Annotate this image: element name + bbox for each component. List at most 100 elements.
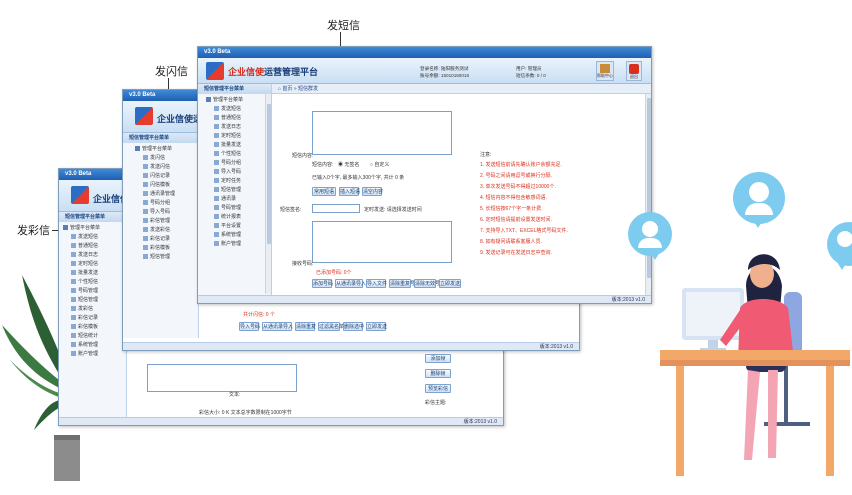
flash-tree-item[interactable]: 彩信模板 bbox=[135, 244, 198, 253]
flash-tree-item[interactable]: 发送彩信 bbox=[135, 226, 198, 235]
mms-tree-item[interactable]: 个性短信 bbox=[63, 278, 126, 287]
flash-tree-item[interactable]: 闪信模板 bbox=[135, 181, 198, 190]
sms-brand-name: 企业信使 bbox=[228, 67, 265, 77]
mms-tree-item[interactable]: 普通短信 bbox=[63, 242, 126, 251]
tree-node-icon bbox=[214, 115, 219, 121]
sms-sidebar-scrollbar[interactable] bbox=[265, 94, 271, 294]
flash-action-button[interactable]: 从通讯录导入 bbox=[262, 322, 293, 331]
sms-insert-phrase-button[interactable]: 插入短语 bbox=[339, 187, 360, 196]
flash-logo-icon bbox=[135, 107, 153, 125]
flash-tree-item[interactable]: 导入号码 bbox=[135, 208, 198, 217]
mms-tree-item[interactable]: 发送短信 bbox=[63, 233, 126, 242]
sms-tree-item[interactable]: 发送日志 bbox=[206, 123, 271, 132]
sms-user-info-3: 用户: 管理员 bbox=[516, 66, 542, 71]
sms-tree-item[interactable]: 通讯录 bbox=[206, 195, 271, 204]
sms-tree-item[interactable]: 定时任务 bbox=[206, 177, 271, 186]
sms-tree-item[interactable]: 发送短信 bbox=[206, 105, 271, 114]
sms-action-button[interactable]: 清除重复号 bbox=[389, 279, 415, 288]
sms-common-phrase-button[interactable]: 常用短语 bbox=[312, 187, 336, 196]
sms-tree-item[interactable]: 批量发送 bbox=[206, 141, 271, 150]
mms-tree-item[interactable]: 系统管理 bbox=[63, 341, 126, 350]
flash-action-button[interactable]: 立即发送 bbox=[366, 322, 387, 331]
sms-schedule-hint: 定时发送: 请选择发送时间 bbox=[364, 207, 422, 213]
sms-action-button[interactable]: 清除无效号 bbox=[414, 279, 440, 288]
sms-tree-item[interactable]: 短信管理 bbox=[206, 186, 271, 195]
sms-schedule-input[interactable] bbox=[312, 204, 360, 213]
sms-sig-no-radio[interactable]: ◉ 无签名 bbox=[338, 161, 359, 168]
mms-tree-item[interactable]: 管理平台菜单 bbox=[63, 224, 126, 233]
mms-tree-item[interactable]: 发送日志 bbox=[63, 251, 126, 260]
sms-tree-item[interactable]: 号码管理 bbox=[206, 204, 271, 213]
flash-action-button[interactable]: 导入号码 bbox=[239, 322, 260, 331]
mms-tree-item[interactable]: 批量发送 bbox=[63, 269, 126, 278]
mms-tree-item[interactable]: 彩信模板 bbox=[63, 323, 126, 332]
flash-tree-item[interactable]: 短信管理 bbox=[135, 253, 198, 262]
sms-tree: 管理平台菜单 发送短信 普通短信 发送日志 定时短信 批量发送 个性短信 号码分组 导入号码 定时… bbox=[198, 94, 271, 249]
user-avatar-icon bbox=[642, 221, 658, 237]
sms-action-button[interactable]: 从通讯录导入 bbox=[335, 279, 366, 288]
sms-tree-item[interactable]: 统计报表 bbox=[206, 213, 271, 222]
flash-sidebar: 短信管理平台菜单 管理平台菜单 发闪信 发送闪信 闪信记录 闪信模板 通讯录管理 号码分组导… bbox=[123, 133, 199, 338]
sms-content-textarea[interactable] bbox=[312, 111, 452, 155]
flash-action-button[interactable]: 删除选中 bbox=[343, 322, 364, 331]
sms-window: v3.0 Beta 企业信使运营管理平台 登录名称: 陆阳服务测试 账号余额: … bbox=[197, 46, 652, 304]
sms-count-text: 已输入0个字, 最多输入300个字, 共计 0 条 bbox=[312, 175, 405, 181]
mms-tree-label: 短信统计 bbox=[78, 333, 99, 339]
sms-tree-item[interactable]: 个性短信 bbox=[206, 150, 271, 159]
sms-tree-item[interactable]: 系统管理 bbox=[206, 231, 271, 240]
mms-tree-item[interactable]: 账户管理 bbox=[63, 350, 126, 359]
sms-brand: 企业信使运营管理平台 bbox=[228, 65, 318, 78]
user-avatar-shoulders-icon bbox=[745, 203, 773, 215]
flash-tree-item[interactable]: 通讯录管理 bbox=[135, 190, 198, 199]
flash-tree-item[interactable]: 管理平台菜单 bbox=[135, 145, 198, 154]
sms-tree-item[interactable]: 平台设置 bbox=[206, 222, 271, 231]
sms-action-button[interactable]: 导入文件 bbox=[366, 279, 387, 288]
mms-delete-frame-button[interactable]: 删除帧 bbox=[425, 369, 451, 378]
mms-size-text: 彩信大小: 0 K 文本总字数限制在1000字节 bbox=[199, 410, 292, 416]
flash-tree-label: 号码分组 bbox=[150, 200, 171, 206]
mms-tree-item[interactable]: 号码管理 bbox=[63, 287, 126, 296]
flash-tree-label: 彩信记录 bbox=[150, 236, 171, 242]
sms-tab-label[interactable]: 短信群发 bbox=[298, 86, 318, 92]
flash-action-button[interactable]: 清除重复 bbox=[295, 322, 316, 331]
sms-numbers-textarea[interactable] bbox=[312, 221, 452, 263]
sms-clear-content-button[interactable]: 清空内容 bbox=[362, 187, 383, 196]
sms-help-button[interactable]: 帮助中心 bbox=[596, 61, 614, 81]
sms-main-scrollbar[interactable] bbox=[645, 94, 651, 297]
mms-tree-label: 管理平台菜单 bbox=[70, 225, 101, 231]
sms-tree-item[interactable]: 导入号码 bbox=[206, 168, 271, 177]
sms-home-label[interactable]: 首页 bbox=[282, 86, 292, 92]
mms-frame-editor[interactable] bbox=[147, 364, 297, 392]
sms-help-label: 帮助中心 bbox=[597, 73, 613, 78]
tree-node-icon bbox=[214, 151, 219, 157]
mms-tree-item[interactable]: 发彩信 bbox=[63, 305, 126, 314]
flash-tree-item[interactable]: 彩信管理 bbox=[135, 217, 198, 226]
mms-tree-item[interactable]: 短信管理 bbox=[63, 296, 126, 305]
tree-node-icon bbox=[71, 306, 76, 312]
sms-tree-item[interactable]: 号码分组 bbox=[206, 159, 271, 168]
flash-tree-item[interactable]: 号码分组 bbox=[135, 199, 198, 208]
sms-tree-item[interactable]: 账户管理 bbox=[206, 240, 271, 249]
flash-tree-item[interactable]: 彩信记录 bbox=[135, 235, 198, 244]
sms-tree-item[interactable]: 定时短信 bbox=[206, 132, 271, 141]
tree-node-icon bbox=[143, 155, 148, 161]
flash-tree-item[interactable]: 发闪信 bbox=[135, 154, 198, 163]
sms-action-button[interactable]: 立即发送 bbox=[439, 279, 461, 288]
flash-action-button[interactable]: 过滤黑名单 bbox=[318, 322, 344, 331]
mms-add-frame-button[interactable]: 添加帧 bbox=[425, 354, 451, 363]
flash-tree-label: 导入号码 bbox=[150, 209, 171, 215]
sms-action-button[interactable]: 添加号码 bbox=[312, 279, 333, 288]
sms-exit-button[interactable]: 退出 bbox=[626, 61, 642, 81]
flash-tree-label: 短信管理 bbox=[150, 254, 171, 260]
sms-tree-item[interactable]: 管理平台菜单 bbox=[206, 96, 271, 105]
mms-tree-item[interactable]: 彩信记录 bbox=[63, 314, 126, 323]
flash-tree-item[interactable]: 发送闪信 bbox=[135, 163, 198, 172]
sms-sig-custom-radio[interactable]: ○ 自定义 bbox=[370, 161, 389, 168]
mms-tree-label: 彩信记录 bbox=[78, 315, 99, 321]
mms-preview-button[interactable]: 预览彩信 bbox=[425, 384, 451, 393]
sms-window-header: 企业信使运营管理平台 登录名称: 陆阳服务测试 账号余额: 1501015001… bbox=[198, 58, 651, 84]
flash-tree-item[interactable]: 闪信记录 bbox=[135, 172, 198, 181]
sms-tree-item[interactable]: 普通短信 bbox=[206, 114, 271, 123]
mms-tree-item[interactable]: 短信统计 bbox=[63, 332, 126, 341]
mms-tree-item[interactable]: 定时短信 bbox=[63, 260, 126, 269]
